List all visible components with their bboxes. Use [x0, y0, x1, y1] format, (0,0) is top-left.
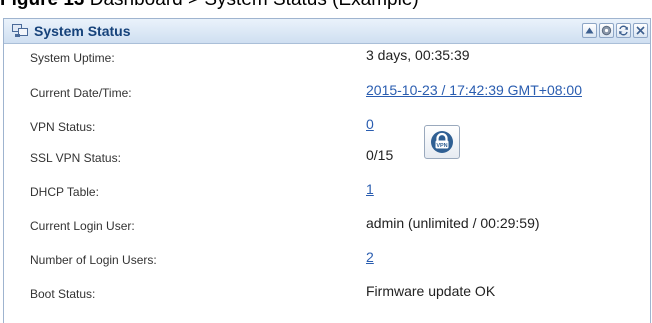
figure-caption-number: Figure 13: [0, 0, 84, 10]
row-label: System Uptime:: [30, 51, 115, 65]
row-label: VPN Status:: [30, 120, 96, 134]
row-boot-status: Boot Status: Firmware update OK: [4, 281, 650, 305]
close-icon[interactable]: [633, 23, 648, 38]
row-label: Current Login User:: [30, 219, 135, 233]
widget-title: System Status: [34, 23, 131, 39]
settings-icon[interactable]: [599, 23, 614, 38]
row-ssl-vpn-status: SSL VPN Status: 0/15: [4, 145, 650, 169]
row-label: Current Date/Time:: [30, 86, 132, 100]
refresh-icon[interactable]: [616, 23, 631, 38]
dhcp-table-link[interactable]: 1: [366, 181, 374, 198]
current-login-user-value: admin (unlimited / 00:29:59): [366, 215, 540, 231]
vpn-button-text: VPN: [436, 143, 447, 149]
widget-titlebar: System Status: [4, 19, 650, 44]
row-dhcp-table: DHCP Table: 1: [4, 179, 650, 203]
vpn-button[interactable]: VPN: [424, 125, 460, 159]
row-label: Number of Login Users:: [30, 253, 157, 267]
number-of-login-users-link[interactable]: 2: [366, 249, 374, 266]
row-system-uptime: System Uptime: 3 days, 00:35:39: [4, 45, 650, 69]
row-current-datetime: Current Date/Time: 2015-10-23 / 17:42:39…: [4, 80, 650, 104]
system-icon: [12, 24, 28, 37]
figure-caption: Figure 13 Dashboard > System Status (Exa…: [0, 0, 419, 11]
row-current-login-user: Current Login User: admin (unlimited / 0…: [4, 213, 650, 237]
system-status-widget: System Status System Uptime: 3 days, 00:…: [3, 18, 651, 323]
row-label: SSL VPN Status:: [30, 151, 121, 165]
ssl-vpn-status-value: 0/15: [366, 147, 394, 163]
boot-status-value: Firmware update OK: [366, 283, 496, 299]
system-uptime-value: 3 days, 00:35:39: [366, 47, 470, 63]
row-label: Boot Status:: [30, 287, 96, 301]
move-up-icon[interactable]: [582, 23, 597, 38]
row-label: DHCP Table:: [30, 185, 99, 199]
figure-caption-text: Dashboard > System Status (Example): [84, 0, 419, 10]
vpn-status-link[interactable]: 0: [366, 116, 374, 133]
row-number-of-login-users: Number of Login Users: 2: [4, 247, 650, 271]
current-datetime-link[interactable]: 2015-10-23 / 17:42:39 GMT+08:00: [366, 82, 582, 99]
widget-tools: [582, 23, 648, 39]
vpn-lock-icon: VPN: [431, 131, 453, 153]
row-vpn-status: VPN Status: 0: [4, 114, 650, 138]
